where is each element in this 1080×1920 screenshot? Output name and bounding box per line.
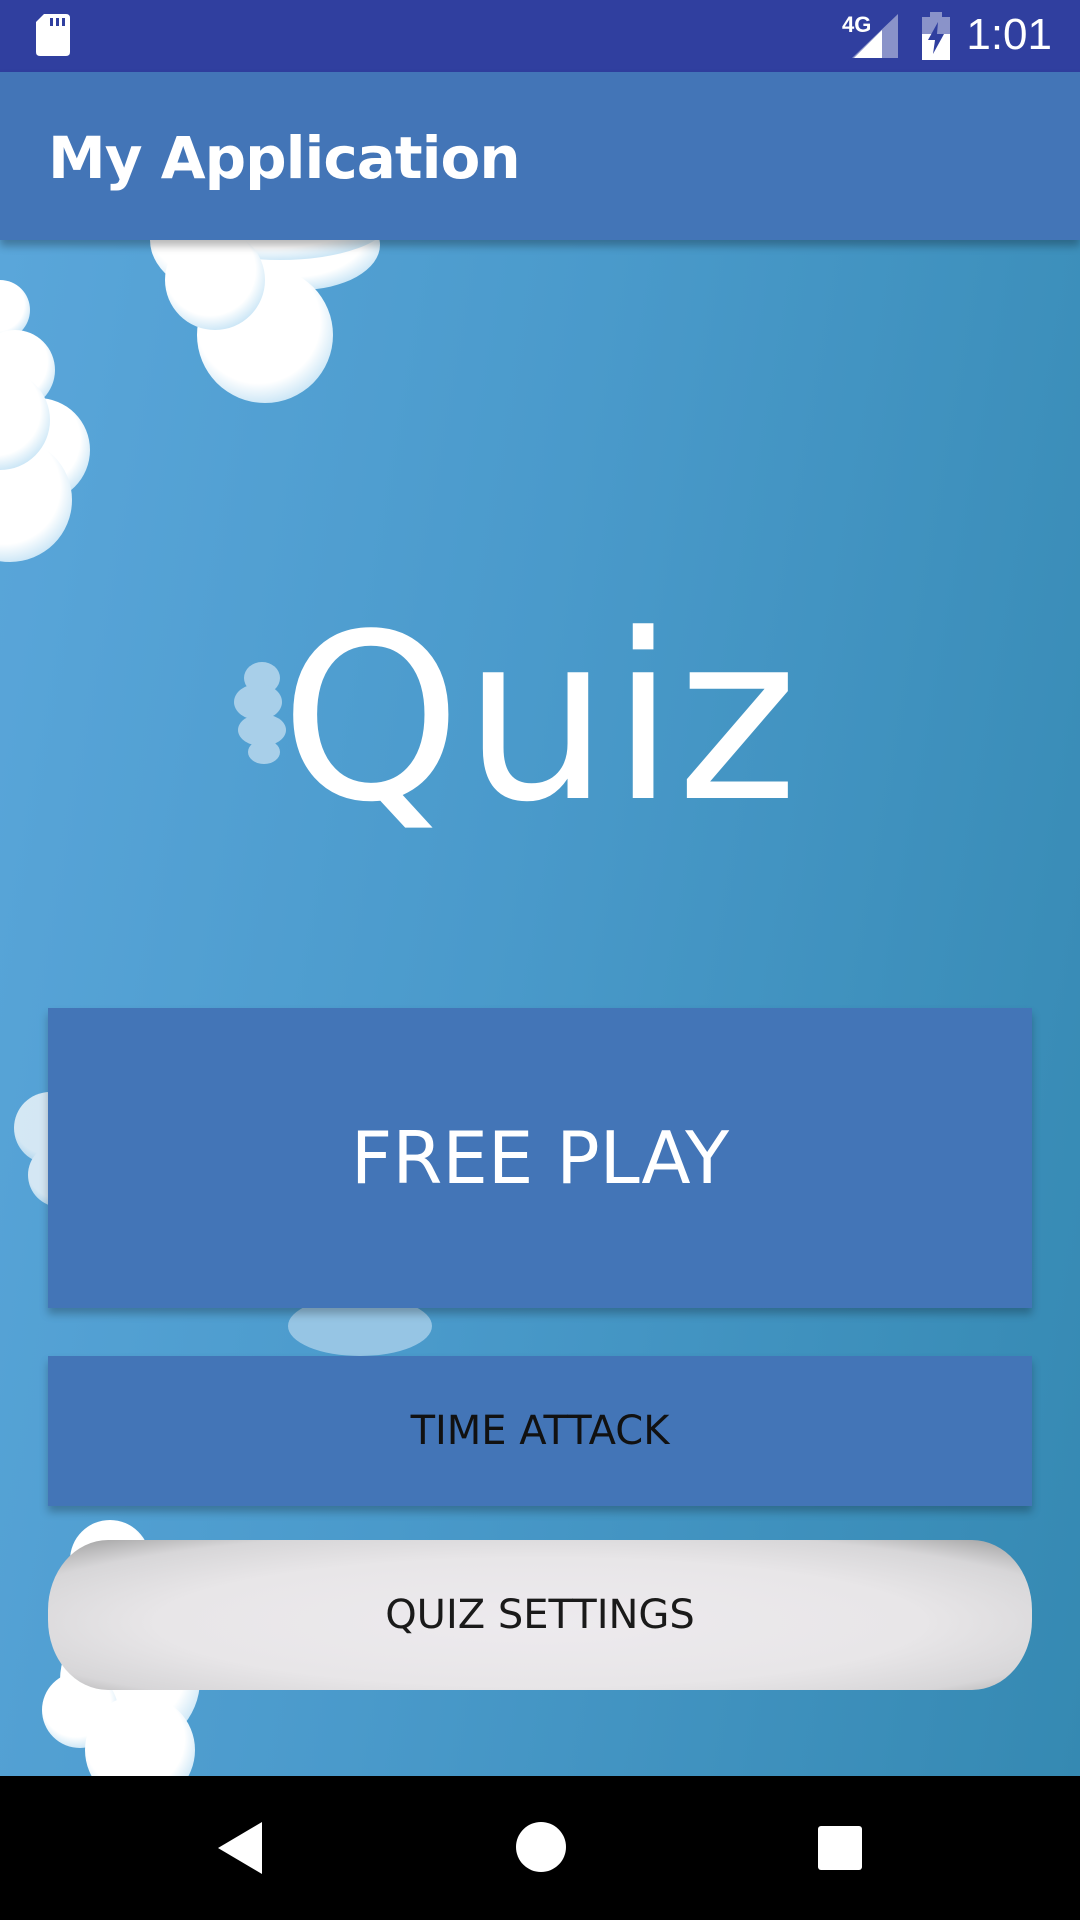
signal-icon — [852, 14, 898, 58]
back-icon[interactable] — [218, 1822, 262, 1874]
quiz-settings-button[interactable]: QUIZ SETTINGS — [48, 1540, 1032, 1690]
app-bar: My Application — [0, 72, 1080, 240]
sd-card-icon — [36, 14, 70, 56]
quiz-title: Quiz — [280, 586, 800, 853]
time-attack-button[interactable]: TIME ATTACK — [48, 1356, 1032, 1506]
app-title: My Application — [48, 124, 521, 192]
status-time: 1:01 — [966, 10, 1052, 59]
navigation-bar — [0, 1776, 1080, 1920]
battery-charging-icon — [922, 12, 950, 60]
main-content: Quiz FREE PLAY TIME ATTACK QUIZ SETTINGS — [0, 240, 1080, 1776]
recents-icon[interactable] — [818, 1826, 862, 1870]
home-icon[interactable] — [516, 1822, 566, 1872]
status-bar: 4G 1:01 — [0, 0, 1080, 72]
free-play-button[interactable]: FREE PLAY — [48, 1008, 1032, 1308]
